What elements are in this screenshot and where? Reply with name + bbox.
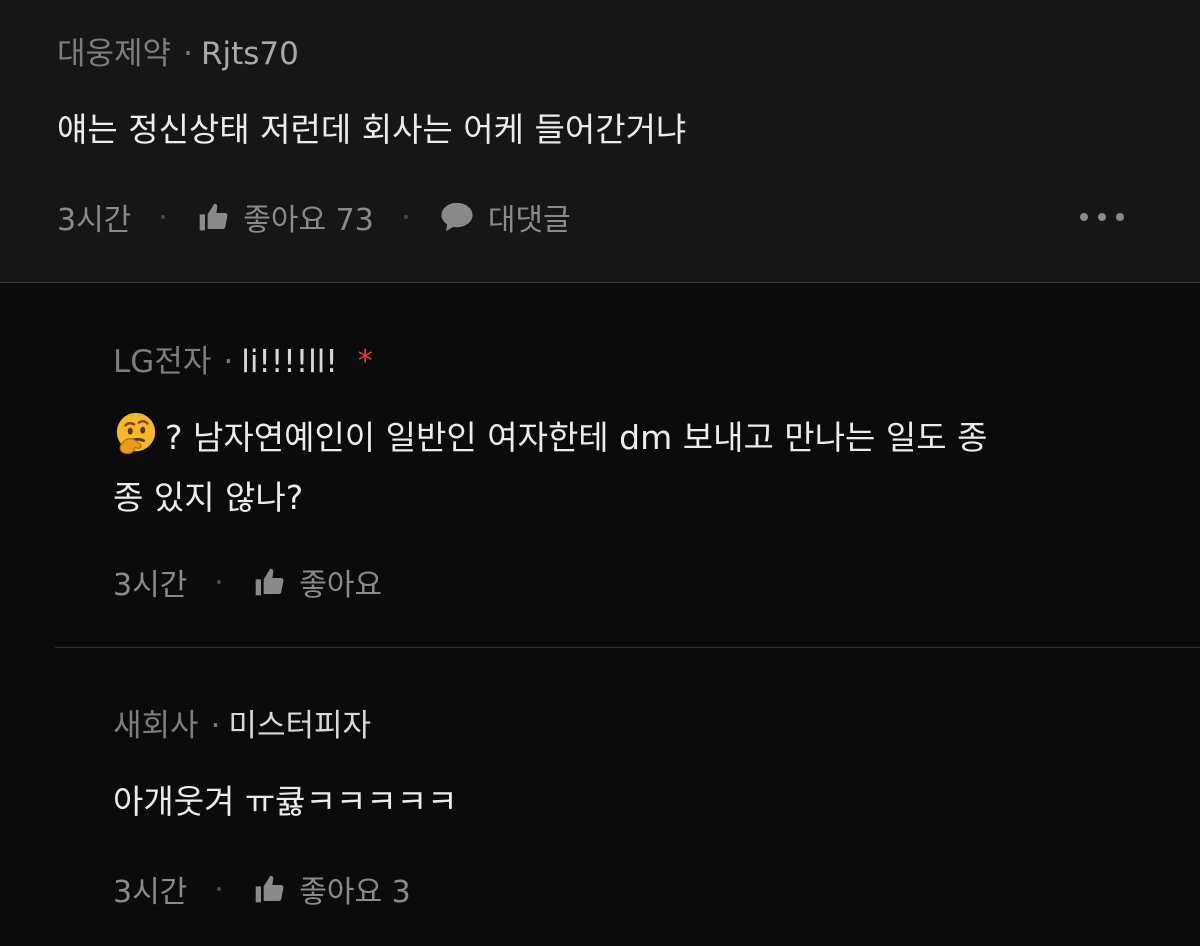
reply-text-line-1: ? 남자연예인이 일반인 여자한테 dm 보내고 만나는 일도 종 — [113, 406, 987, 470]
dot-separator — [217, 580, 222, 584]
like-label: 좋아요 73 — [243, 203, 374, 238]
like-button[interactable]: 좋아요 — [253, 560, 382, 604]
like-label: 좋아요 3 — [299, 875, 411, 910]
more-options-button[interactable] — [1080, 207, 1124, 227]
like-button[interactable]: 좋아요 73 — [197, 195, 374, 239]
timestamp: 3시간 — [57, 203, 132, 238]
reply-text-line-2: 종 있지 않나? — [113, 478, 304, 517]
reply-author[interactable]: LG전자 · li!!!!ll! * — [113, 342, 373, 382]
reply-actions: 3시간 좋아요 3 — [113, 867, 411, 911]
more-icon-dot — [1098, 213, 1106, 221]
reply-label: 대댓글 — [487, 203, 571, 238]
thumbs-up-icon — [197, 201, 229, 233]
comment-text: 얘는 정신상태 저런데 회사는 어케 들어간거냐 — [57, 110, 687, 149]
speech-bubble-icon — [440, 201, 474, 233]
timestamp: 3시간 — [113, 568, 188, 603]
company-name: 대웅제약 — [57, 36, 172, 72]
reply-button[interactable]: 대댓글 — [440, 195, 571, 239]
thumbs-up-icon — [253, 566, 285, 598]
thinking-face-emoji — [116, 412, 156, 455]
dot-separator — [161, 215, 166, 219]
comment: 대웅제약 · Rjts70 얘는 정신상태 저런데 회사는 어케 들어간거냐 3… — [0, 0, 1200, 282]
company-name: 새회사 — [113, 708, 199, 744]
nickname: li!!!!ll! — [241, 344, 338, 380]
nickname: Rjts70 — [200, 36, 299, 72]
reply-text: 아개웃겨 ㅠ큟ㅋㅋㅋㅋㅋ — [113, 782, 458, 821]
nickname: 미스터피자 — [228, 708, 372, 744]
timestamp: 3시간 — [113, 875, 188, 910]
comment-author[interactable]: 대웅제약 · Rjts70 — [57, 34, 299, 74]
more-icon-dot — [1116, 213, 1124, 221]
reply-author[interactable]: 새회사 · 미스터피자 — [113, 706, 371, 746]
more-icon-dot — [1080, 213, 1088, 221]
like-button[interactable]: 좋아요 3 — [253, 867, 411, 911]
dot-separator — [217, 887, 222, 891]
company-name: LG전자 — [113, 344, 212, 380]
separator: · — [210, 708, 221, 744]
thumbs-up-icon — [253, 873, 285, 905]
divider — [55, 647, 1200, 648]
like-label: 좋아요 — [299, 568, 383, 603]
comment-thread: 대웅제약 · Rjts70 얘는 정신상태 저런데 회사는 어케 들어간거냐 3… — [0, 0, 1200, 946]
separator: · — [183, 36, 193, 72]
reply-text: ? 남자연예인이 일반인 여자한테 dm 보내고 만나는 일도 종 — [165, 418, 988, 457]
dot-separator — [403, 215, 408, 219]
separator: · — [223, 344, 234, 380]
divider — [0, 282, 1200, 283]
author-badge: * — [357, 344, 373, 379]
comment-actions: 3시간 좋아요 73 대댓글 — [57, 195, 571, 239]
reply-actions: 3시간 좋아요 — [113, 560, 382, 604]
